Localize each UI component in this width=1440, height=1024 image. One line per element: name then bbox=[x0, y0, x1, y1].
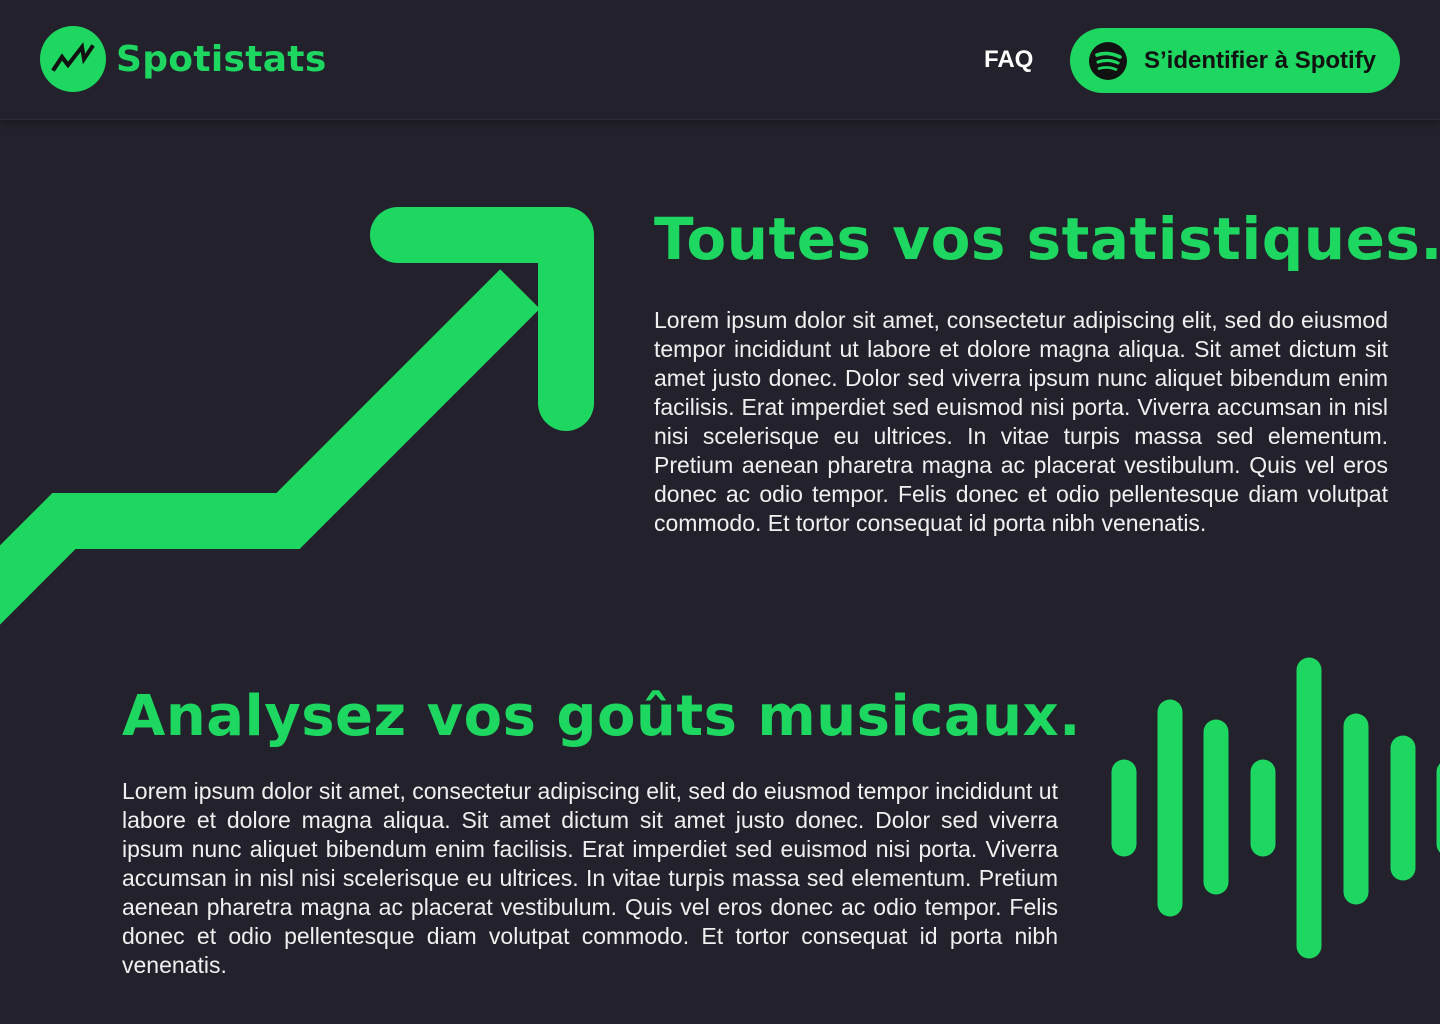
spotify-icon bbox=[1088, 41, 1128, 81]
sound-wave-icon bbox=[1100, 650, 1440, 975]
section-text-statistics: Lorem ipsum dolor sit amet, consectetur … bbox=[654, 307, 1388, 536]
brand-name: Spotistats bbox=[116, 38, 327, 80]
landing-page: Spotistats FAQ S’identifier à Spotify To… bbox=[0, 0, 1440, 1024]
section-text-tastes: Lorem ipsum dolor sit amet, consectetur … bbox=[122, 778, 1058, 978]
brand-logo-link[interactable]: Spotistats bbox=[40, 26, 327, 92]
section-title-tastes: Analysez vos goûts musicaux. bbox=[122, 684, 1081, 749]
section-title-statistics: Toutes vos statistiques. bbox=[654, 205, 1440, 273]
nav-faq-link[interactable]: FAQ bbox=[984, 46, 1033, 74]
trending-up-arrow-icon bbox=[0, 205, 600, 630]
top-navbar: Spotistats FAQ S’identifier à Spotify bbox=[0, 0, 1440, 120]
spotify-login-button[interactable]: S’identifier à Spotify bbox=[1070, 28, 1400, 93]
login-button-label: S’identifier à Spotify bbox=[1144, 46, 1377, 74]
trending-chart-icon bbox=[40, 26, 106, 92]
